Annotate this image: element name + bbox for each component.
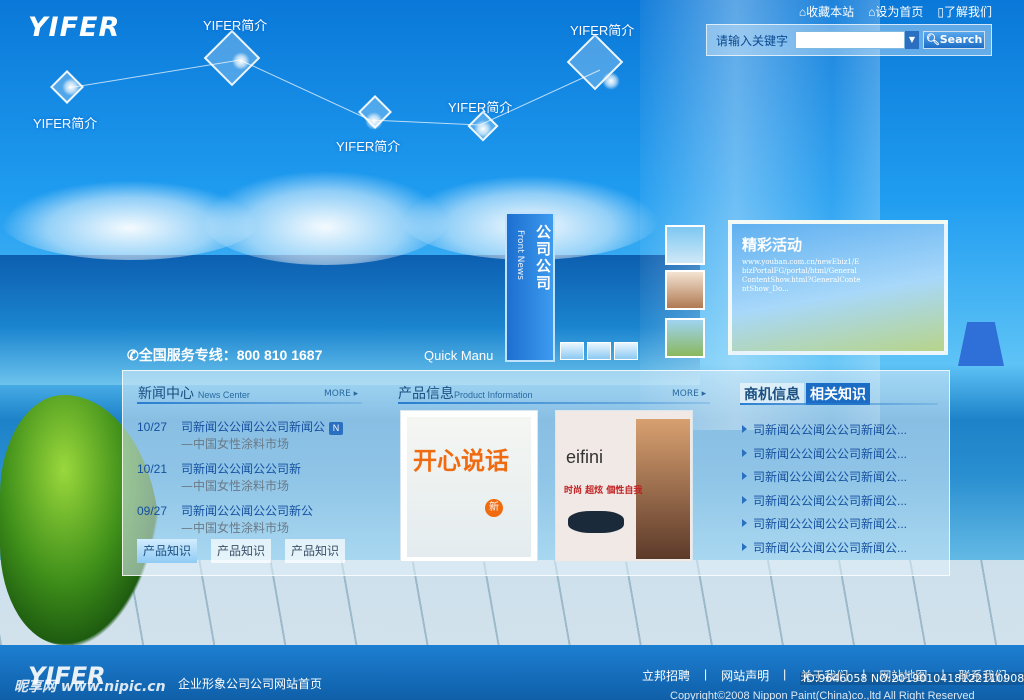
news-list: 10/27 司新闻公公闻公公司新闻公 N —中国女性涂料市场 10/21 司新闻公公闻…: [137, 418, 367, 536]
kite-light: [62, 78, 80, 96]
chevron-down-icon[interactable]: ▼: [905, 31, 919, 49]
front-news-cn: 公司公司: [534, 224, 552, 292]
bullet-icon: [742, 448, 747, 457]
phone-icon: ✆: [127, 347, 139, 363]
about-link[interactable]: ▯了解我们: [937, 3, 992, 20]
thumbnail-image[interactable]: [665, 270, 705, 310]
footer-link-statement[interactable]: 网站声明: [721, 667, 769, 684]
search-label: 请输入关键字: [716, 34, 789, 48]
list-item[interactable]: 司新闻公公闻公公司新闻公...: [742, 419, 942, 443]
set-homepage-link[interactable]: ⌂设为首页: [868, 3, 923, 20]
search-input[interactable]: [795, 31, 905, 49]
new-badge: 新: [485, 499, 503, 517]
product-headline: 开心说话: [413, 448, 509, 475]
kite-label[interactable]: YIFER简介: [33, 113, 97, 132]
thumbnail-image[interactable]: [665, 318, 705, 358]
quick-menu-icon[interactable]: [560, 342, 584, 360]
watermark-left: 昵享网 www.nipic.cn: [14, 679, 166, 695]
quick-menu-icon[interactable]: [587, 342, 611, 360]
divider: [137, 402, 362, 404]
kite-light: [365, 112, 383, 130]
list-item[interactable]: 司新闻公公闻公公司新闻公...: [742, 537, 942, 561]
product-image: [407, 417, 531, 557]
list-item[interactable]: 10/27 司新闻公公闻公公司新闻公 N —中国女性涂料市场: [137, 418, 367, 452]
quick-menu-icon[interactable]: [614, 342, 638, 360]
activity-title: 精彩活动: [742, 236, 803, 254]
kite-label[interactable]: YIFER简介: [570, 20, 634, 39]
products-more-link[interactable]: MORE ▸: [672, 389, 706, 399]
front-news-en: Front News: [515, 230, 525, 280]
divider: [740, 403, 938, 405]
footer-link-jobs[interactable]: 立邦招聘: [642, 667, 690, 684]
kite-light: [474, 120, 492, 138]
home-icon: ⌂: [798, 5, 807, 19]
news-more-link[interactable]: MORE ▸: [324, 389, 358, 399]
product-headline: eifini: [566, 447, 604, 467]
copyright: Copyright©2008 Nippon Paint(China)co.,lt…: [670, 690, 975, 700]
kite-label[interactable]: YIFER简介: [448, 97, 512, 116]
service-hotline: ✆全国服务专线：800 810 1687: [127, 347, 323, 363]
product-tags: 时尚 超炫 個性自我: [564, 486, 643, 496]
knowledge-tabs: 产品知识 产品知识 产品知识: [137, 539, 346, 563]
quick-menu-label: Quick Manu: [424, 348, 494, 363]
thumbnail-image[interactable]: [665, 225, 705, 265]
product-model-image: [636, 419, 690, 559]
bullet-icon: [742, 519, 747, 527]
list-item[interactable]: 司新闻公公闻公公司新闻公...: [742, 513, 942, 537]
tab-related[interactable]: 相关知识: [806, 383, 870, 405]
top-links: ⌂收藏本站 ⌂设为首页 ▯了解我们: [799, 3, 992, 20]
tab-business[interactable]: 商机信息: [740, 383, 804, 405]
list-item[interactable]: 司新闻公公闻公公司新闻公...: [742, 490, 942, 514]
search-icon: 🔍︎: [925, 33, 940, 46]
front-news-banner[interactable]: 公司公司 Front News: [505, 212, 555, 362]
kite-label[interactable]: YIFER简介: [336, 136, 400, 155]
list-item[interactable]: 司新闻公公闻公公司新闻公...: [742, 443, 942, 467]
business-tabs: 商机信息 相关知识: [740, 383, 870, 405]
products-title: 产品信息Product Information: [398, 385, 533, 401]
kite-light: [602, 72, 620, 90]
divider: [398, 402, 710, 404]
tab-knowledge[interactable]: 产品知识: [211, 539, 272, 563]
bullet-icon: [742, 472, 747, 480]
footer-text: 企业形象公司公司网站首页: [178, 677, 323, 691]
product-card[interactable]: 开心说话 新: [400, 410, 538, 562]
doc-icon: ▯: [937, 5, 944, 19]
product-card[interactable]: eifini 时尚 超炫 個性自我: [555, 410, 693, 562]
sunglasses-image: [568, 511, 624, 533]
news-title: 新闻中心 News Center: [138, 385, 250, 401]
tab-knowledge[interactable]: 产品知识: [285, 539, 346, 563]
activity-banner[interactable]: 精彩活动 www.youban.com.cn/newEbiz1/EbizPort…: [728, 220, 948, 355]
search-button[interactable]: 🔍︎Search: [923, 31, 985, 49]
new-badge: N: [329, 422, 344, 435]
kite-label[interactable]: YIFER简介: [203, 15, 267, 34]
bullet-icon: [742, 495, 747, 504]
bullet-icon: [742, 542, 747, 551]
tab-knowledge[interactable]: 产品知识: [137, 539, 198, 563]
list-item[interactable]: 09/27 司新闻公公闻公公司新公 —中国女性涂料市场: [137, 502, 367, 536]
lamp-decoration: [958, 322, 1004, 366]
activity-url: www.youban.com.cn/newEbiz1/EbizPortalFG/…: [742, 258, 861, 293]
sea-background: [0, 255, 700, 385]
list-item[interactable]: 司新闻公公闻公公司新闻公...: [742, 466, 942, 490]
bullet-icon: [742, 425, 747, 433]
business-list: 司新闻公公闻公公司新闻公... 司新闻公公闻公公司新闻公... 司新闻公公闻公公…: [742, 419, 942, 560]
watermark-right: ID:9646058 NO:20190104181221109081: [800, 672, 1024, 685]
list-item[interactable]: 10/21 司新闻公公闻公公司新 —中国女性涂料市场: [137, 460, 367, 494]
kite-light: [232, 52, 250, 70]
bookmark-link[interactable]: ⌂收藏本站: [799, 3, 854, 20]
